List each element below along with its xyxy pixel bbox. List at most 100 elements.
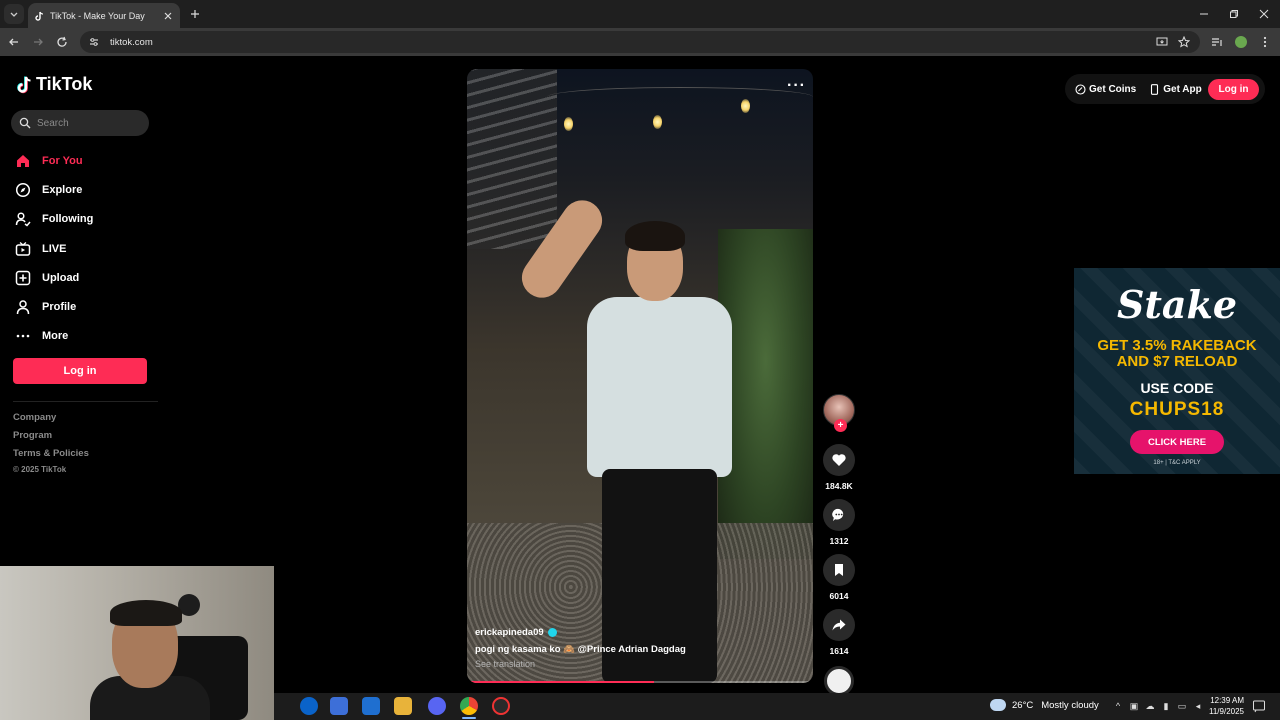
get-coins-label: Get Coins: [1089, 83, 1137, 95]
caption-mention-link[interactable]: @Prince Adrian Dagdag: [578, 644, 686, 655]
get-coins-button[interactable]: Get Coins: [1074, 83, 1136, 95]
edge-icon[interactable]: [300, 697, 318, 715]
bookmark-button[interactable]: [1175, 33, 1193, 51]
see-translation-link[interactable]: See translation: [475, 659, 795, 669]
stake-advertisement[interactable]: Stake GET 3.5% RAKEBACK AND $7 RELOAD US…: [1074, 268, 1280, 474]
video-caption-text: pogi ng kasama ko 🙈 @Prince Adrian Dagda…: [475, 644, 795, 655]
address-bar[interactable]: tiktok.com: [80, 31, 1200, 53]
header-login-button[interactable]: Log in: [1208, 79, 1259, 100]
tiktok-logo[interactable]: TikTok: [16, 74, 92, 95]
clock-time: 12:39 AM: [1210, 696, 1244, 705]
upload-icon: [14, 269, 32, 287]
browser-menu-button[interactable]: [1256, 33, 1274, 51]
tiktok-logo-icon: [17, 76, 31, 93]
arrow-left-icon: [9, 38, 18, 46]
video-more-options-icon[interactable]: ···: [787, 77, 806, 95]
reload-button[interactable]: [53, 33, 71, 51]
network-icon[interactable]: ▭: [1174, 699, 1190, 713]
follow-plus-icon[interactable]: +: [834, 419, 847, 432]
close-window-button[interactable]: [1248, 0, 1280, 28]
new-tab-button[interactable]: [186, 5, 204, 23]
sidebar-item-explore[interactable]: Explore: [14, 175, 154, 204]
sidebar-item-upload[interactable]: Upload: [14, 263, 154, 292]
video-progress-fill: [467, 681, 654, 683]
media-controls-button[interactable]: [1208, 33, 1226, 51]
video-scene-bulb: [564, 117, 573, 131]
onedrive-icon[interactable]: ☁: [1142, 699, 1158, 713]
profile-button[interactable]: [1232, 33, 1250, 51]
search-bar[interactable]: [11, 110, 149, 136]
sidebar-item-more[interactable]: More: [14, 322, 154, 351]
notification-icon[interactable]: [1252, 699, 1266, 713]
search-input[interactable]: [37, 117, 137, 129]
taskbar-clock[interactable]: 12:39 AM 11/9/2025: [1198, 695, 1244, 717]
install-app-button[interactable]: [1153, 33, 1171, 51]
sidebar-item-for-you[interactable]: For You: [14, 146, 154, 175]
get-app-button[interactable]: Get App: [1148, 83, 1202, 95]
sidebar-item-profile[interactable]: Profile: [14, 292, 154, 321]
obs-icon[interactable]: [492, 697, 510, 715]
profile-avatar-icon: [1235, 36, 1247, 48]
save-count: 6014: [829, 591, 849, 601]
video-person-hair: [625, 221, 685, 251]
site-settings-icon[interactable]: [88, 36, 100, 48]
chrome-icon[interactable]: [460, 697, 478, 715]
video-author-name: erickapineda09: [475, 627, 544, 638]
store-icon[interactable]: [330, 697, 348, 715]
comment-icon: [823, 499, 855, 531]
ad-promo-code: CHUPS18: [1129, 399, 1225, 420]
bookmark-icon: [823, 554, 855, 586]
author-avatar[interactable]: +: [823, 394, 855, 432]
sidebar-login-button[interactable]: Log in: [13, 358, 147, 384]
ad-terms: 18+ | T&C APPLY: [1153, 460, 1201, 466]
kebab-menu-icon: [1263, 36, 1267, 48]
music-disc-icon[interactable]: [822, 666, 858, 693]
minimize-button[interactable]: [1188, 0, 1220, 28]
copyright-text: © 2025 TikTok: [13, 465, 67, 474]
sidebar-item-following[interactable]: Following: [14, 205, 154, 234]
video-author[interactable]: erickapineda09: [475, 627, 795, 638]
close-icon[interactable]: [162, 10, 174, 22]
video-scene-bulb: [741, 99, 750, 113]
footer-link-program[interactable]: Program: [13, 430, 89, 448]
verified-badge-icon: [547, 628, 557, 637]
share-icon: [823, 609, 855, 641]
restore-button[interactable]: [1218, 0, 1250, 28]
webcam-overlay: [0, 566, 274, 720]
footer-link-terms[interactable]: Terms & Policies: [13, 448, 89, 466]
save-action[interactable]: 6014: [822, 554, 856, 601]
following-icon: [14, 210, 32, 228]
video-progress-bar[interactable]: [467, 681, 813, 683]
ad-code-label: USE CODE: [1140, 380, 1214, 396]
browser-tab[interactable]: TikTok - Make Your Day: [28, 3, 180, 28]
like-action[interactable]: 184.8K: [822, 444, 856, 491]
webcam-person-hair: [110, 600, 182, 626]
reload-icon: [57, 36, 67, 47]
comment-action[interactable]: 1312: [822, 499, 856, 546]
weather-widget[interactable]: 26°C Mostly cloudy: [990, 699, 1099, 711]
home-icon: [14, 152, 32, 170]
outlook-icon[interactable]: [362, 697, 380, 715]
sidebar-item-live[interactable]: LIVE: [14, 234, 154, 263]
microphone-icon[interactable]: ▮: [1158, 699, 1174, 713]
install-icon: [1156, 37, 1168, 46]
clock-date: 11/9/2025: [1209, 707, 1244, 716]
sidebar-item-label: LIVE: [42, 242, 67, 255]
ad-click-here-button[interactable]: CLICK HERE: [1130, 430, 1224, 454]
chevron-up-icon[interactable]: ^: [1110, 699, 1126, 713]
arrow-right-icon: [34, 38, 43, 46]
tab-search-button[interactable]: [4, 4, 24, 24]
file-explorer-icon[interactable]: [394, 697, 412, 715]
forward-button[interactable]: [29, 33, 47, 51]
video-player[interactable]: ··· erickapineda09 pogi ng kasama ko 🙈 @…: [467, 69, 813, 683]
footer-link-company[interactable]: Company: [13, 412, 89, 430]
heart-icon: [823, 444, 855, 476]
tray-app-icon[interactable]: ▣: [1126, 699, 1142, 713]
caption-body: pogi ng kasama ko 🙈: [475, 644, 575, 655]
share-action[interactable]: 1614: [822, 609, 856, 656]
back-button[interactable]: [5, 33, 23, 51]
share-count: 1614: [829, 646, 849, 656]
discord-icon[interactable]: [428, 697, 446, 715]
ad-headline-line1: GET 3.5% RAKEBACK: [1097, 337, 1257, 354]
windows-taskbar: 26°C Mostly cloudy ^ ▣ ☁ ▮ ▭ ◂ 12:39 AM …: [274, 693, 1280, 720]
